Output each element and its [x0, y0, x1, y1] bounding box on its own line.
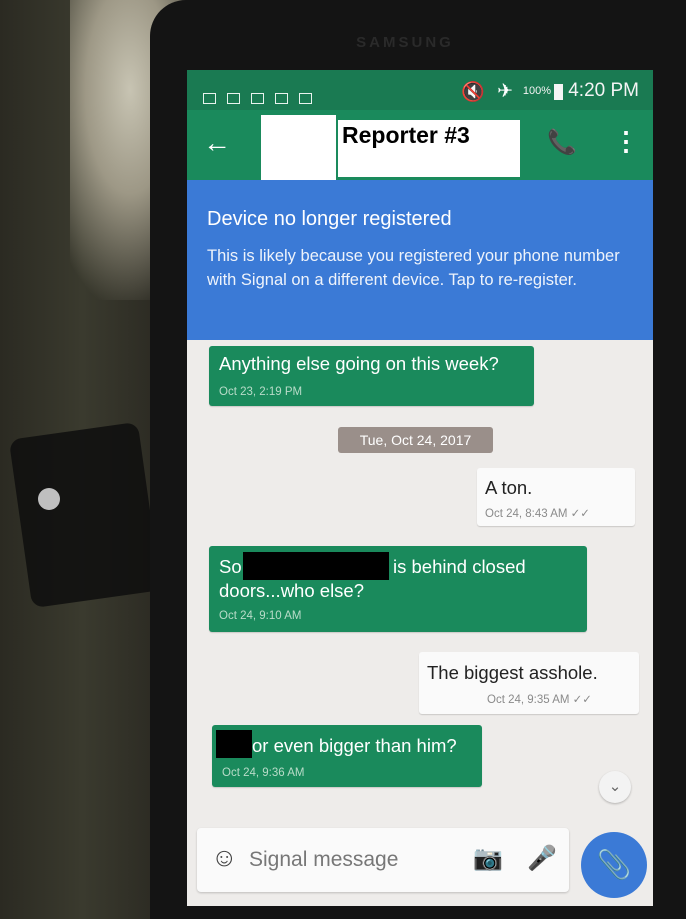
message-incoming[interactable]: Anything else going on this week? Oct 23… [209, 346, 534, 406]
conversation-toolbar: ← Reporter #3 📞 ⋮ [187, 110, 653, 185]
message-text: is behind closed [393, 556, 526, 577]
message-text: or even bigger than him? [252, 735, 457, 756]
redaction-box [261, 115, 336, 185]
redaction-box [243, 552, 389, 580]
delivered-check-icon: ✓✓ [570, 508, 590, 520]
background-object-dot [38, 488, 60, 510]
status-bar: 🔇 ✈ 100% 4:20 PM [187, 70, 653, 110]
message-time: Oct 24, 9:10 AM [219, 610, 302, 622]
image-icon [299, 93, 312, 104]
message-input[interactable]: Signal message [249, 848, 398, 872]
banner-body: This is likely because you registered yo… [207, 247, 620, 289]
notification-icon [203, 93, 216, 104]
emoji-icon[interactable]: ☺ [211, 842, 238, 873]
notification-icon [251, 93, 264, 104]
brand-label: SAMSUNG [356, 34, 454, 51]
chevron-double-down-icon[interactable]: ⌄ [599, 771, 631, 803]
phone-screen: 🔇 ✈ 100% 4:20 PM ← Reporter #3 📞 ⋮ Devic… [187, 70, 653, 906]
camera-icon[interactable]: 📷 [473, 844, 503, 873]
phone-icon[interactable]: 📞 [547, 128, 577, 157]
message-text: doors...who else? [219, 580, 365, 601]
paperclip-icon: 📎 [596, 849, 632, 880]
message-outgoing[interactable]: The biggest asshole. Oct 24, 9:35 AM ✓✓ [419, 652, 639, 714]
message-text: Anything else going on this week? [219, 353, 499, 374]
microphone-icon[interactable]: 🎤 [527, 844, 557, 873]
compose-bar[interactable]: ☺ Signal message 📷 🎤 [197, 828, 569, 892]
message-text: So [219, 556, 242, 577]
message-time: Oct 24, 8:43 AM ✓✓ [485, 508, 590, 520]
mute-icon: 🔇 [461, 82, 485, 103]
contact-title[interactable]: Reporter #3 [342, 122, 470, 149]
message-time: Oct 23, 2:19 PM [219, 386, 303, 398]
delivered-check-icon: ✓✓ [572, 694, 592, 706]
redaction-box [216, 730, 252, 758]
attach-button[interactable]: 📎 [581, 832, 647, 898]
message-incoming[interactable]: So is behind closed doors...who else? Oc… [209, 546, 587, 632]
clock: 4:20 PM [568, 80, 639, 101]
airplane-icon: ✈ [497, 81, 513, 102]
arrow-left-icon[interactable]: ← [203, 127, 231, 159]
message-text: The biggest asshole. [427, 662, 598, 683]
message-text: A ton. [485, 477, 533, 498]
message-incoming[interactable]: or even bigger than him? Oct 24, 9:36 AM [212, 725, 482, 787]
date-separator: Tue, Oct 24, 2017 [338, 427, 493, 453]
message-time: Oct 24, 9:36 AM [222, 767, 305, 779]
message-outgoing[interactable]: A ton. Oct 24, 8:43 AM ✓✓ [477, 468, 635, 526]
unregistered-banner[interactable]: Device no longer registered This is like… [187, 180, 653, 340]
more-vert-icon[interactable]: ⋮ [613, 126, 639, 157]
message-time: Oct 24, 9:35 AM ✓✓ [487, 694, 592, 706]
mail-icon [275, 93, 288, 104]
background-object [8, 421, 162, 609]
battery-percent: 100% [522, 85, 551, 97]
notification-icon [227, 93, 240, 104]
battery-icon [554, 84, 563, 100]
banner-title: Device no longer registered [207, 208, 452, 230]
